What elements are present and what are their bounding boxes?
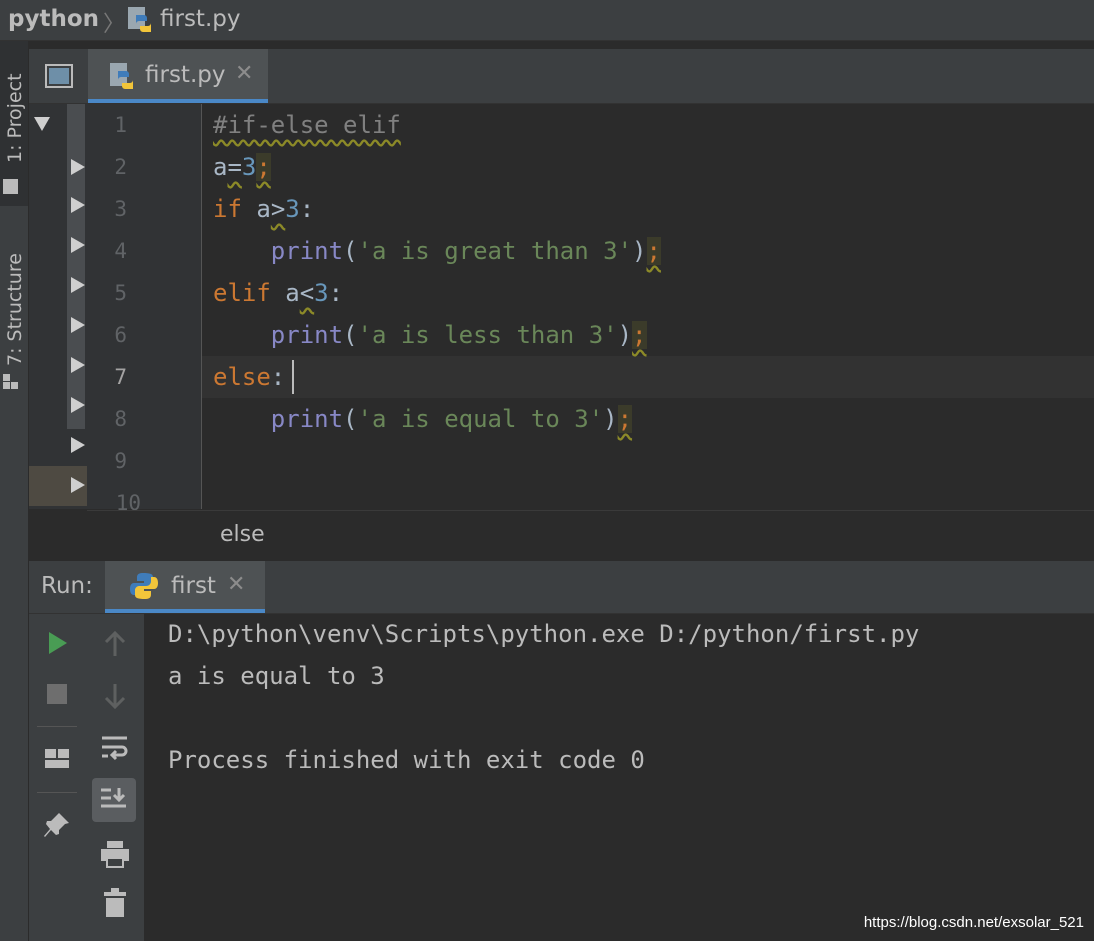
line-number: 9: [114, 449, 127, 473]
code-line-5: elif a<3:: [213, 279, 344, 307]
active-tab-indicator: [88, 99, 268, 103]
project-view-icon[interactable]: [44, 63, 74, 89]
print-icon[interactable]: [100, 840, 130, 868]
line-number: 4: [114, 239, 127, 263]
arrow-down-icon[interactable]: [103, 682, 127, 710]
line-number: 6: [114, 323, 127, 347]
expand-arrow-icon[interactable]: [71, 277, 85, 293]
folder-icon: [3, 179, 18, 194]
breadcrumb-project[interactable]: python: [8, 6, 99, 32]
fold-gutter: [29, 104, 87, 509]
expand-arrow-icon[interactable]: [71, 357, 85, 373]
python-file-icon: [128, 7, 151, 32]
project-tool-tab[interactable]: 1: Project: [0, 41, 28, 206]
expand-arrow-icon[interactable]: [71, 197, 85, 213]
line-number-gutter: 1 2 3 4 5 6 7 8 9 10: [87, 104, 202, 515]
line-number: 1: [114, 113, 127, 137]
code-editor[interactable]: #if-else elif a=3; if a>3: print('a is g…: [202, 104, 1094, 509]
breadcrumb-else-item[interactable]: else: [220, 522, 265, 547]
code-line-8: print('a is equal to 3');: [270, 405, 633, 433]
soft-wrap-icon[interactable]: [100, 734, 130, 762]
structure-icon: [3, 374, 18, 389]
navigation-bar: python 〉 first.py: [0, 0, 1094, 41]
breadcrumb-file[interactable]: first.py: [160, 6, 240, 32]
layout-icon[interactable]: [44, 748, 70, 770]
expand-arrow-icon[interactable]: [71, 397, 85, 413]
run-tool-window-header: Run: first ✕: [29, 561, 1094, 614]
expand-arrow-icon[interactable]: [71, 237, 85, 253]
project-tool-tab-label: 1: Project: [4, 73, 26, 163]
console-command-line: D:\python\venv\Scripts\python.exe D:/pyt…: [168, 620, 920, 648]
active-tab-indicator: [105, 609, 265, 613]
run-toolbar-secondary: [86, 614, 145, 941]
tab-label: first.py: [145, 62, 226, 88]
code-line-2: a=3;: [213, 153, 271, 181]
scroll-to-end-button[interactable]: [92, 778, 136, 822]
expand-arrow-icon[interactable]: [71, 437, 85, 453]
stop-icon[interactable]: [47, 684, 67, 704]
close-icon[interactable]: ✕: [227, 572, 245, 597]
run-console[interactable]: D:\python\venv\Scripts\python.exe D:/pyt…: [145, 614, 1094, 941]
pin-icon[interactable]: [42, 810, 72, 840]
text-caret: [292, 360, 294, 394]
gutter-marker-strip: [67, 104, 85, 429]
toolbar-divider: [37, 726, 77, 727]
collapse-arrow-icon[interactable]: [34, 117, 50, 131]
console-output-line: a is equal to 3: [168, 662, 385, 690]
code-line-1: #if-else elif: [213, 111, 401, 139]
scroll-to-end-icon: [101, 788, 126, 808]
console-exit-line: Process finished with exit code 0: [168, 746, 645, 774]
structure-tool-tab[interactable]: 7: Structure: [0, 236, 28, 401]
tab-first-py[interactable]: first.py ✕: [88, 49, 268, 103]
python-file-icon: [110, 63, 133, 89]
expand-arrow-icon[interactable]: [71, 159, 85, 175]
arrow-up-icon[interactable]: [103, 630, 127, 658]
code-line-3: if a>3:: [213, 195, 315, 223]
tab-run-first[interactable]: first ✕: [105, 561, 265, 613]
toolbar-divider: [37, 792, 77, 793]
structure-tool-tab-label: 7: Structure: [4, 253, 26, 366]
watermark-text: https://blog.csdn.net/exsolar_521: [863, 914, 1084, 931]
line-number: 3: [114, 197, 127, 221]
trash-icon[interactable]: [103, 888, 127, 918]
code-breadcrumb: else: [87, 510, 1094, 561]
expand-arrow-icon[interactable]: [71, 317, 85, 333]
code-line-4: print('a is great than 3');: [270, 237, 661, 265]
expand-arrow-icon[interactable]: [71, 477, 85, 493]
python-icon: [130, 573, 158, 599]
code-line-7: else:: [213, 363, 286, 391]
run-toolbar-primary: [29, 614, 86, 941]
line-number: 2: [114, 155, 127, 179]
run-tab-label: first: [171, 573, 216, 599]
editor-tab-bar: first.py ✕: [29, 49, 1094, 104]
line-number: 5: [114, 281, 127, 305]
left-tool-stripe: 1: Project 7: Structure: [0, 41, 29, 941]
breadcrumb-separator-icon: 〉: [103, 12, 126, 37]
current-line-number: 7: [114, 365, 127, 389]
line-number: 8: [114, 407, 127, 431]
run-label: Run:: [41, 573, 93, 599]
code-line-6: print('a is less than 3');: [270, 321, 647, 349]
current-line-highlight: [202, 356, 1094, 398]
close-icon[interactable]: ✕: [235, 61, 253, 86]
rerun-icon[interactable]: [47, 630, 69, 656]
